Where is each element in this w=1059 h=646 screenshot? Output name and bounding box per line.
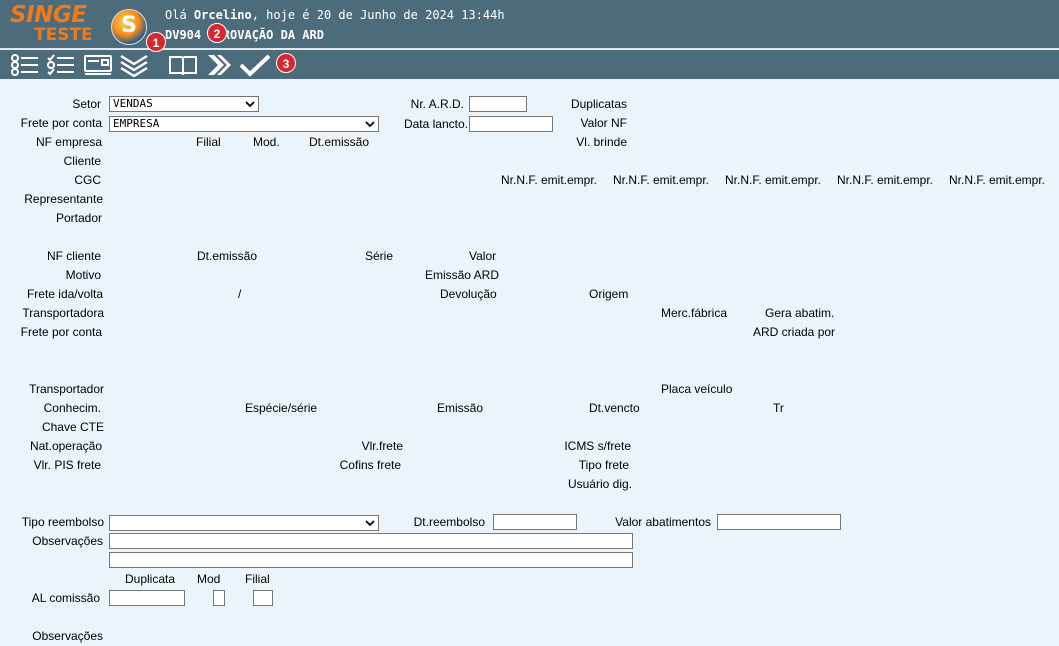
step-badge-3: 3	[276, 53, 296, 73]
observacoes-label: Observações	[32, 534, 103, 548]
valor-abatimentos-input[interactable]	[717, 514, 841, 530]
greeting: Olá Orcelino, hoje é 20 de Junho de 2024…	[165, 8, 505, 22]
chevron-down-icon	[365, 121, 375, 128]
nr-ard-label: Nr. A.R.D.	[410, 97, 464, 111]
conhecim-label: Conhecim.	[43, 401, 101, 415]
usuario-dig-label: Usuário dig.	[567, 477, 632, 491]
al-comissao-filial-input[interactable]	[253, 590, 273, 606]
transportadora-label: Transportadora	[22, 306, 104, 320]
setor-label: Setor	[72, 97, 101, 111]
valor-abatimentos-label: Valor abatimentos	[615, 515, 711, 529]
dt-emissao-cliente-label: Dt.emissão	[197, 249, 258, 263]
cofins-frete-label: Cofins frete	[339, 458, 401, 472]
tr-label: Tr	[773, 401, 784, 415]
vl-brinde-label: Vl. brinde	[576, 135, 627, 149]
app-logo-subtitle: TESTE	[34, 25, 93, 45]
frete-ida-volta-label: Frete ida/volta	[26, 287, 103, 301]
toolbar	[0, 50, 1059, 79]
observacoes-input-1[interactable]	[109, 533, 633, 549]
nr-nf-emit-header-5: Nr.N.F. emit.empr.	[949, 173, 1046, 187]
observacoes-2-label: Observações	[32, 629, 103, 643]
mod-2-label: Mod	[197, 572, 221, 586]
nf-empresa-label: NF empresa	[35, 135, 102, 149]
dt-reembolso-label: Dt.reembolso	[413, 515, 485, 529]
tipo-reembolso-label: Tipo reembolso	[21, 515, 104, 529]
nr-nf-emit-header-1: Nr.N.F. emit.empr.	[501, 173, 598, 187]
chevron-down-icon	[365, 520, 375, 527]
observacoes-input-2[interactable]	[109, 552, 633, 568]
vlr-pis-frete-label: Vlr. PIS frete	[33, 458, 101, 472]
icms-s-frete-label: ICMS s/frete	[564, 439, 631, 453]
cliente-label: Cliente	[63, 154, 101, 168]
frete-ida-volta-separator: /	[238, 287, 242, 301]
representante-label: Representante	[24, 192, 103, 206]
valor-label: Valor	[469, 249, 497, 263]
chave-cte-label: Chave CTE	[41, 420, 104, 434]
merc-fabrica-label: Merc.fábrica	[661, 306, 728, 320]
book-icon[interactable]	[168, 53, 198, 77]
list-icon[interactable]	[10, 53, 40, 77]
check-icon[interactable]	[238, 53, 272, 77]
mod-label: Mod.	[253, 135, 280, 149]
brand-orb-icon: S	[111, 9, 147, 45]
brand-orb-letter: S	[121, 13, 137, 38]
duplicatas-label: Duplicatas	[570, 97, 627, 111]
frete-por-conta-select[interactable]: EMPRESA	[109, 116, 379, 132]
tipo-reembolso-select[interactable]	[109, 515, 379, 531]
card-icon[interactable]	[83, 53, 113, 77]
checklist-icon[interactable]	[46, 53, 76, 77]
valor-nf-label: Valor NF	[580, 116, 627, 130]
nf-cliente-label: NF cliente	[46, 249, 101, 263]
frete-por-conta-2-label: Frete por conta	[20, 325, 102, 339]
placa-veiculo-label: Placa veículo	[661, 382, 733, 396]
motivo-label: Motivo	[65, 268, 101, 282]
especie-serie-label: Espécie/série	[245, 401, 318, 415]
dt-emissao-label: Dt.emissão	[309, 135, 370, 149]
step-badge-1: 1	[146, 32, 166, 52]
nr-ard-input[interactable]	[469, 96, 527, 112]
portador-label: Portador	[55, 211, 102, 225]
origem-label: Origem	[589, 287, 629, 301]
devolucao-label: Devolução	[440, 287, 497, 301]
data-lancto-label: Data lancto.	[403, 117, 468, 131]
nat-operacao-label: Nat.operação	[29, 439, 102, 453]
setor-select[interactable]: VENDAS	[109, 96, 259, 112]
dt-vencto-label: Dt.vencto	[589, 401, 640, 415]
emissao-ard-label: Emissão ARD	[424, 268, 499, 282]
program-title: DV904 APROVAÇÃO DA ARD	[165, 28, 324, 42]
gera-abatim-label: Gera abatim.	[765, 306, 835, 320]
filial-label: Filial	[196, 135, 221, 149]
cgc-label: CGC	[74, 173, 101, 187]
expand-all-icon[interactable]	[119, 53, 149, 77]
dt-reembolso-input[interactable]	[493, 514, 577, 530]
nr-nf-emit-header-2: Nr.N.F. emit.empr.	[613, 173, 710, 187]
emissao-label: Emissão	[437, 401, 484, 415]
filial-2-label: Filial	[245, 572, 270, 586]
al-comissao-duplicata-input[interactable]	[109, 590, 185, 606]
ard-criada-por-label: ARD criada por	[753, 325, 836, 339]
chevron-down-icon	[245, 101, 255, 108]
serie-label: Série	[365, 249, 394, 263]
transportador-label: Transportador	[29, 382, 104, 396]
vlr-frete-label: Vlr.frete	[361, 439, 403, 453]
nr-nf-emit-header-4: Nr.N.F. emit.empr.	[837, 173, 934, 187]
duplicata-label: Duplicata	[125, 572, 176, 586]
next-icon[interactable]	[205, 53, 233, 77]
al-comissao-mod-input[interactable]	[213, 590, 225, 606]
user-name: Orcelino	[193, 8, 252, 22]
frete-por-conta-label: Frete por conta	[20, 116, 102, 130]
nr-nf-emit-header-3: Nr.N.F. emit.empr.	[725, 173, 822, 187]
tipo-frete-label: Tipo frete	[578, 458, 629, 472]
step-badge-2: 2	[207, 23, 227, 43]
al-comissao-label: AL comissão	[31, 591, 100, 605]
